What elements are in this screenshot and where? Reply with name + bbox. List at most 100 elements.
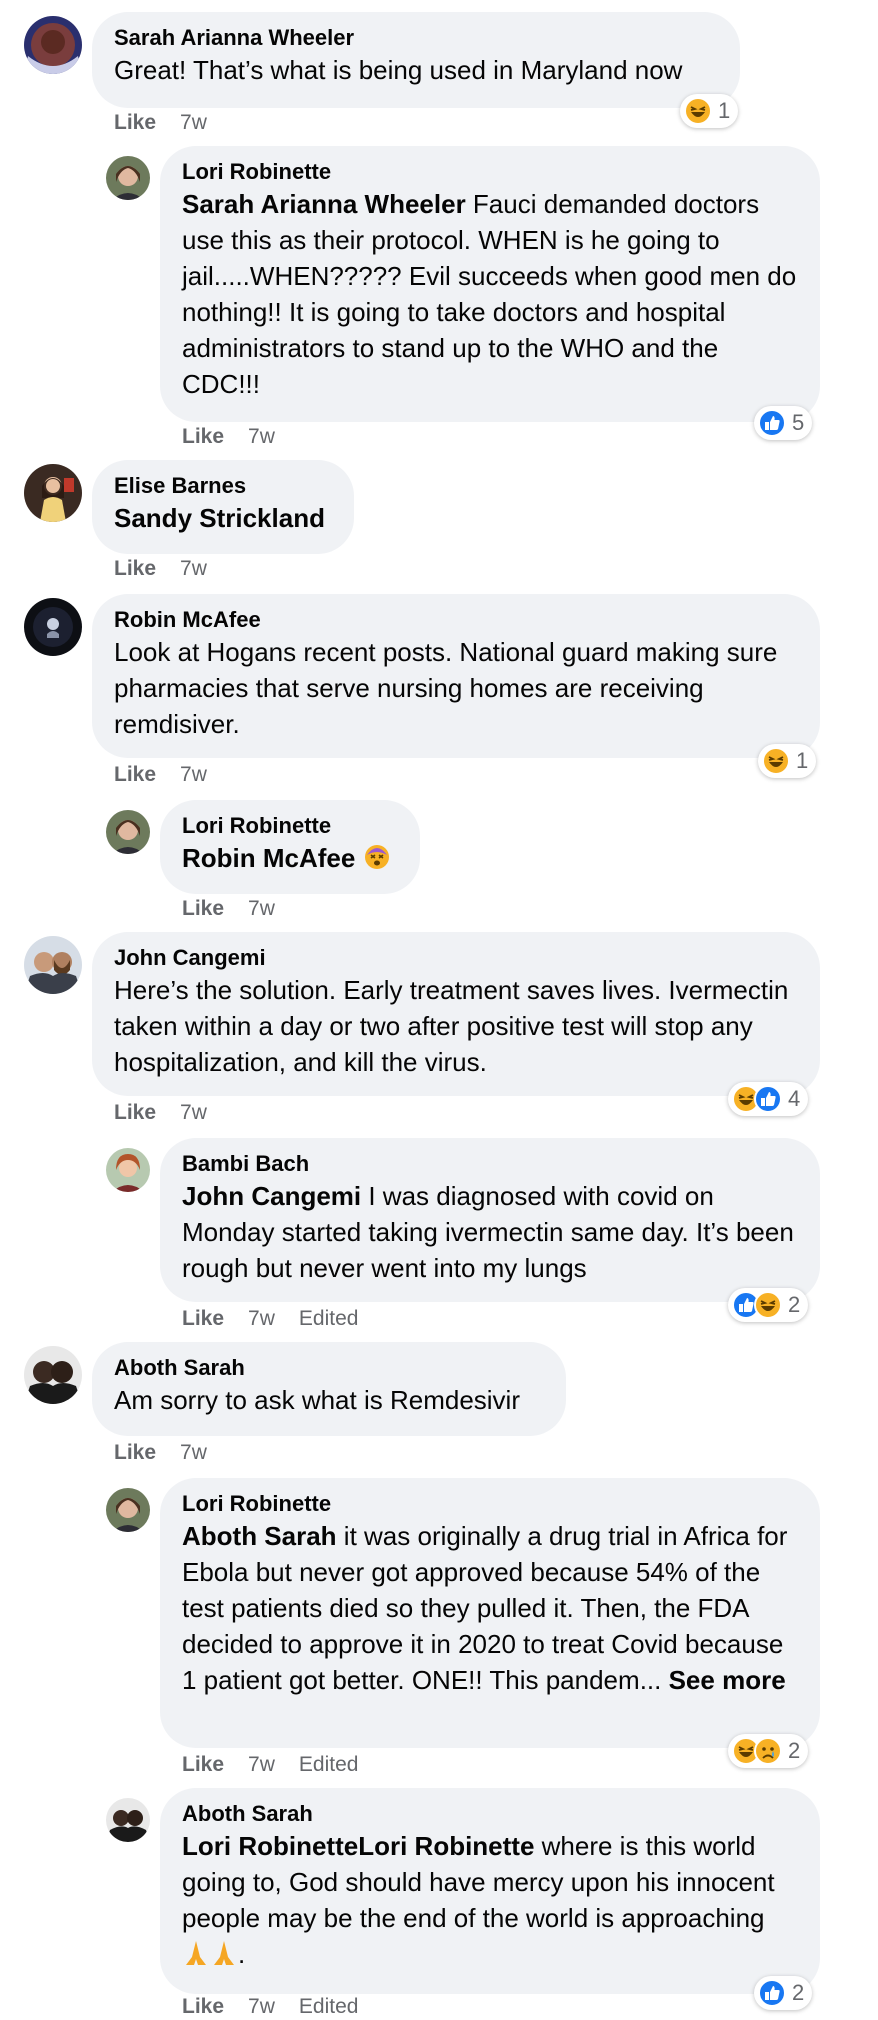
mention-link[interactable]: Robin McAfee xyxy=(182,843,355,873)
comment-bubble: Lori Robinette Aboth Sarah it was origin… xyxy=(160,1478,820,1748)
comment-timestamp[interactable]: 7w xyxy=(248,897,275,920)
comment-text: Sandy Strickland xyxy=(114,500,332,536)
avatar[interactable] xyxy=(106,156,150,200)
comment-timestamp[interactable]: 7w xyxy=(180,557,207,580)
comment-actions: Like 7w xyxy=(114,1100,231,1126)
folded-hands-emoji xyxy=(186,1941,234,1965)
comment-actions: Like 7w xyxy=(114,762,231,788)
comment-timestamp[interactable]: 7w xyxy=(248,1307,275,1330)
comment-actions: Like 7w Edited xyxy=(182,1752,358,1778)
see-more-link[interactable]: See more xyxy=(669,1665,786,1695)
comment-text: Aboth Sarah it was originally a drug tri… xyxy=(182,1521,788,1695)
comment-author[interactable]: Bambi Bach xyxy=(182,1150,798,1178)
like-button[interactable]: Like xyxy=(114,111,156,134)
like-button[interactable]: Like xyxy=(182,897,224,920)
mention-link[interactable]: Sandy Strickland xyxy=(114,503,325,533)
avatar[interactable] xyxy=(24,16,82,74)
like-icon xyxy=(758,1979,786,2007)
sad-icon xyxy=(754,1737,782,1765)
comment-text: Am sorry to ask what is Remdesivir xyxy=(114,1385,520,1415)
reaction-summary[interactable]: 2 xyxy=(728,1734,809,1768)
like-button[interactable]: Like xyxy=(114,1441,156,1464)
reaction-count: 2 xyxy=(792,1980,805,2005)
comment-actions: Like 7w xyxy=(114,556,231,582)
comment-bubble: Elise Barnes Sandy Strickland xyxy=(92,460,354,554)
comment-bubble: Sarah Arianna Wheeler Great! That’s what… xyxy=(92,12,740,108)
like-button[interactable]: Like xyxy=(182,425,224,448)
haha-icon xyxy=(684,97,712,125)
like-icon xyxy=(754,1085,782,1113)
comment-author[interactable]: Aboth Sarah xyxy=(114,1354,544,1382)
like-icon xyxy=(758,409,786,437)
comment-timestamp[interactable]: 7w xyxy=(180,1441,207,1464)
like-button[interactable]: Like xyxy=(114,1101,156,1124)
comment-bubble: Lori Robinette Sarah Arianna Wheeler Fau… xyxy=(160,146,820,422)
edited-label: Edited xyxy=(298,1753,359,1776)
comment-timestamp[interactable]: 7w xyxy=(248,1995,275,2018)
like-button[interactable]: Like xyxy=(114,763,156,786)
reaction-summary[interactable]: 1 xyxy=(680,94,739,128)
comment-text: Great! That’s what is being used in Mary… xyxy=(114,55,683,85)
reaction-count: 5 xyxy=(792,410,805,435)
reaction-summary[interactable]: 5 xyxy=(754,406,813,440)
avatar[interactable] xyxy=(24,1346,82,1404)
comment-timestamp[interactable]: 7w xyxy=(180,1101,207,1124)
reaction-count: 2 xyxy=(788,1738,801,1763)
reaction-summary[interactable]: 1 xyxy=(758,744,817,778)
comment-actions: Like 7w Edited xyxy=(182,1306,358,1332)
mention-link[interactable]: John Cangemi xyxy=(182,1181,361,1211)
comment-author[interactable]: Sarah Arianna Wheeler xyxy=(114,24,718,52)
comment-bubble: Robin McAfee Look at Hogans recent posts… xyxy=(92,594,820,758)
avatar[interactable] xyxy=(24,598,82,656)
comment-text: Look at Hogans recent posts. National gu… xyxy=(114,637,778,739)
comment-text: Lori RobinetteLori Robinette where is th… xyxy=(182,1831,775,1969)
comment-bubble: Lori Robinette Robin McAfee xyxy=(160,800,420,894)
comment-timestamp[interactable]: 7w xyxy=(248,425,275,448)
reaction-count: 2 xyxy=(788,1292,801,1317)
mention-link[interactable]: Sarah Arianna Wheeler xyxy=(182,189,466,219)
comment-author[interactable]: Robin McAfee xyxy=(114,606,798,634)
avatar[interactable] xyxy=(106,1798,150,1842)
mention-link[interactable]: Lori RobinetteLori Robinette xyxy=(182,1831,534,1861)
reaction-summary[interactable]: 4 xyxy=(728,1082,809,1116)
comment-actions: Like 7w Edited xyxy=(182,1994,358,2020)
comment-author[interactable]: Lori Robinette xyxy=(182,1490,798,1518)
comment-text: Sarah Arianna Wheeler Fauci demanded doc… xyxy=(182,189,797,399)
like-button[interactable]: Like xyxy=(182,1995,224,2018)
edited-label: Edited xyxy=(298,1995,359,2018)
comment-author[interactable]: Lori Robinette xyxy=(182,158,798,186)
comment-bubble: Aboth Sarah Lori RobinetteLori Robinette… xyxy=(160,1788,820,1994)
comment-actions: Like 7w xyxy=(182,896,299,922)
comment-author[interactable]: Lori Robinette xyxy=(182,812,398,840)
edited-label: Edited xyxy=(298,1307,359,1330)
comment-timestamp[interactable]: 7w xyxy=(180,763,207,786)
haha-icon xyxy=(754,1291,782,1319)
like-button[interactable]: Like xyxy=(182,1307,224,1330)
comment-author[interactable]: John Cangemi xyxy=(114,944,798,972)
reaction-summary[interactable]: 2 xyxy=(754,1976,813,2010)
avatar[interactable] xyxy=(24,936,82,994)
avatar[interactable] xyxy=(106,1488,150,1532)
comment-bubble: John Cangemi Here’s the solution. Early … xyxy=(92,932,820,1096)
comment-actions: Like 7w xyxy=(114,1440,231,1466)
like-button[interactable]: Like xyxy=(114,557,156,580)
comment-timestamp[interactable]: 7w xyxy=(180,111,207,134)
comment-author[interactable]: Aboth Sarah xyxy=(182,1800,798,1828)
avatar[interactable] xyxy=(106,1148,150,1192)
comment-actions: Like 7w xyxy=(182,424,299,450)
dizzy-face-emoji xyxy=(364,845,389,869)
comment-author[interactable]: Elise Barnes xyxy=(114,472,332,500)
reaction-count: 1 xyxy=(718,98,731,123)
avatar[interactable] xyxy=(24,464,82,522)
reaction-count: 1 xyxy=(796,748,809,773)
comment-text: Robin McAfee xyxy=(182,840,398,876)
comment-text: John Cangemi I was diagnosed with covid … xyxy=(182,1181,794,1283)
reaction-summary[interactable]: 2 xyxy=(728,1288,809,1322)
avatar[interactable] xyxy=(106,810,150,854)
haha-icon xyxy=(762,747,790,775)
reaction-count: 4 xyxy=(788,1086,801,1111)
mention-link[interactable]: Aboth Sarah xyxy=(182,1521,337,1551)
like-button[interactable]: Like xyxy=(182,1753,224,1776)
comment-timestamp[interactable]: 7w xyxy=(248,1753,275,1776)
comment-text: Here’s the solution. Early treatment sav… xyxy=(114,975,789,1077)
